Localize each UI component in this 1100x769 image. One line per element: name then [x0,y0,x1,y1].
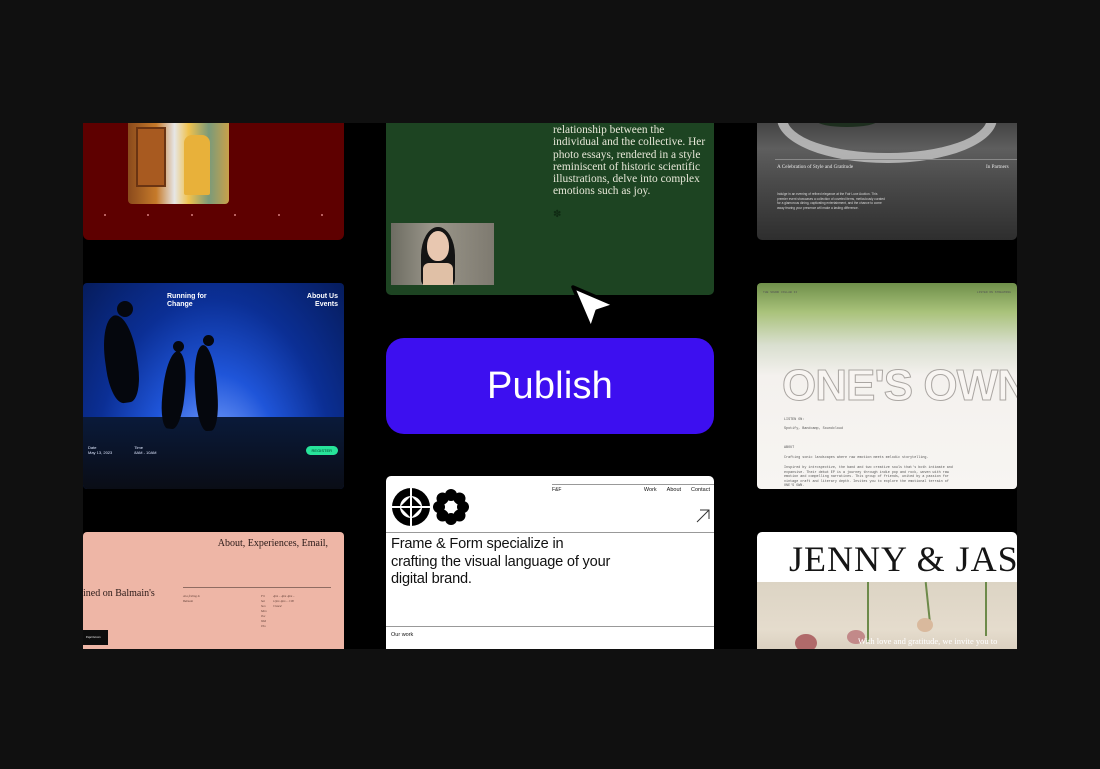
nav-about[interactable]: About [667,487,681,493]
portrait-photo [391,223,494,285]
template-card-pink[interactable]: About, Experiences, Email, ined on Balma… [83,532,344,649]
pink-hero-text: ined on Balmain's [83,588,155,599]
pink-col-2: Fri Sat Sun Mon Tue Wed Thu [261,594,267,628]
ones-own-header-left: THE SOUND COLLAB II [763,291,798,294]
dot-row [83,214,344,218]
publish-button[interactable]: Publish [386,338,714,434]
door-shape [136,127,166,187]
couple-names: JENNY & JASO [789,539,1017,579]
portrait-face [427,231,449,261]
nav-work[interactable]: Work [644,487,657,493]
event-meta: Date May 13, 2023 Time 8AM - 10AM [88,445,157,455]
platforms[interactable]: Spotify, Bandcamp, Soundcloud [784,427,954,432]
running-nav[interactable]: About Us Events [307,293,338,309]
listen-label: LISTEN ON: [784,418,805,422]
frame-form-logo [392,488,469,526]
portrait-body [423,263,453,285]
template-card-running[interactable]: Running for Change About Us Events Date M… [83,283,344,489]
template-card-ones-own[interactable]: THE SOUND COLLAB II LISTEN ON STREAMING … [757,283,1017,489]
grey-title-2: In Partners [986,164,1009,170]
ff-headline: Frame & Form specialize in crafting the … [391,536,611,587]
figure-shape [184,135,210,195]
template-card-grey[interactable]: A Celebration of Style and Gratitude In … [757,123,1017,240]
about-body: Inspired by introspective, the band and … [784,466,953,488]
ones-own-title: ONE'S OWN [782,361,1017,411]
pink-nav[interactable]: About, Experiences, Email, [218,538,328,549]
pink-col-3: 4pm – 4pm 4pm – 11pm 4pm – 1:00 Closed [273,594,295,608]
about-label: ABOUT [784,446,795,450]
invitation-text: With love and gratitude, we invite you t… [858,636,998,646]
grey-rule [775,159,1017,160]
arrow-up-right-icon[interactable] [695,508,711,524]
publish-label: Publish [486,364,614,407]
header-rule [552,484,714,485]
about-intro: Crafting sonic landscapes where raw emot… [784,456,929,460]
arch-shape [777,123,997,163]
flower-icon: ✽ [553,209,562,220]
template-card-jenny[interactable]: JENNY & JASO With love and gratitude, we… [757,532,1017,649]
nav-contact[interactable]: Contact [691,487,710,493]
running-title: Running for Change [167,293,207,308]
template-card-frame-form[interactable]: F&F Work About Contact Frame & Form spec… [386,476,714,649]
divider [183,587,331,588]
template-gallery: Running for Change About Us Events Date M… [83,123,1017,649]
ones-own-header-right[interactable]: LISTEN ON STREAMING [977,291,1011,294]
template-card-green[interactable]: relationship between the individual and … [386,123,714,295]
our-work-link[interactable]: Our work [391,632,413,638]
section-rule [386,532,714,533]
runner-1 [99,313,143,405]
door-photo [128,123,229,204]
runner-3-head [203,335,214,346]
experiences-button[interactable]: Experiences [83,630,108,645]
grey-title: A Celebration of Style and Gratitude [777,164,854,170]
green-body-text: relationship between the individual and … [553,124,706,198]
grey-body: Indulge in an evening of refined eleganc… [777,192,885,210]
template-card-red[interactable] [83,123,344,240]
pink-col-1: At a feeling in Balmain [183,594,200,603]
register-button[interactable]: REGISTER [305,446,338,455]
runner-1-head [117,301,133,317]
ff-brand[interactable]: F&F [552,487,561,493]
ff-nav: Work About Contact [644,487,710,493]
section-rule-bottom [386,626,714,627]
